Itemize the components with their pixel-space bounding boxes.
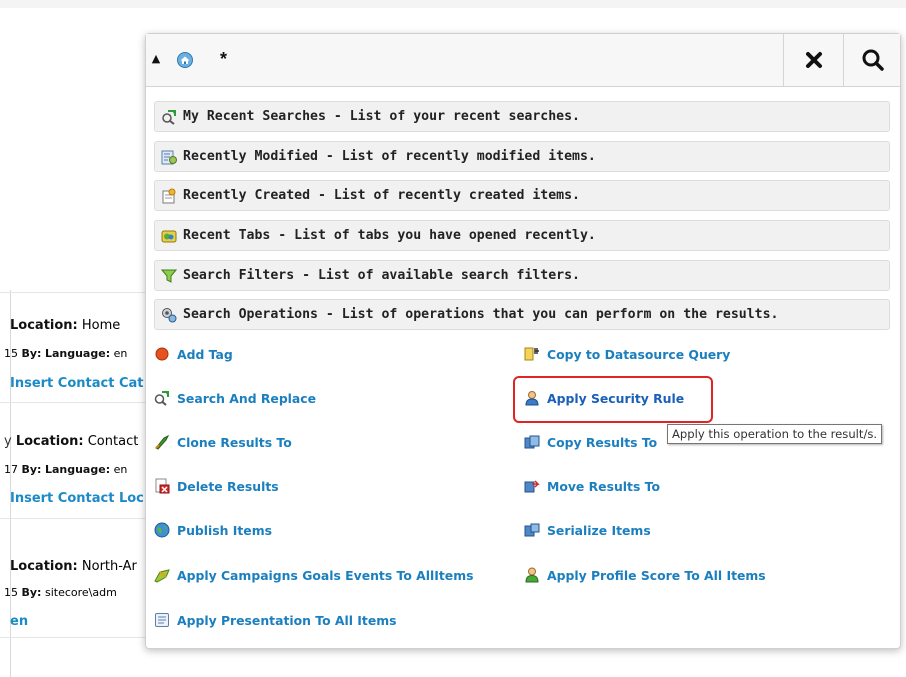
search-dropdown-panel: ▲ * My Recent Searches - List of your re… — [145, 33, 901, 649]
op-search-and-replace[interactable]: Search And Replace — [154, 388, 316, 408]
op-delete-results[interactable]: Delete Results — [154, 476, 279, 496]
result-separator — [0, 637, 150, 638]
result-separator — [0, 518, 150, 519]
op-add-tag[interactable]: Add Tag — [154, 344, 233, 364]
serialize-icon — [524, 523, 540, 537]
op-move-results-to[interactable]: Move Results To — [524, 476, 660, 496]
collapse-caret-icon[interactable]: ▲ — [150, 49, 162, 69]
section-label: Search Operations - List of operations t… — [183, 307, 779, 322]
search-bar: ▲ * — [146, 34, 900, 87]
home-icon[interactable] — [177, 52, 193, 68]
op-label: Serialize Items — [547, 522, 651, 538]
search-button[interactable] — [843, 34, 901, 86]
recent-searches-icon — [162, 109, 176, 125]
section-label: Recently Modified - List of recently mod… — [183, 149, 596, 164]
operation-tooltip: Apply this operation to the result/s. — [667, 424, 883, 444]
section-recently-created[interactable]: Recently Created - List of recently crea… — [154, 180, 890, 211]
delete-icon — [155, 478, 170, 494]
section-label: Recently Created - List of recently crea… — [183, 188, 580, 203]
op-apply-profile-score[interactable]: Apply Profile Score To All Items — [524, 565, 766, 585]
op-label: Apply Presentation To All Items — [177, 612, 397, 628]
profile-score-icon — [525, 567, 539, 583]
highlight-box — [513, 376, 713, 423]
op-label: Search And Replace — [177, 390, 317, 406]
op-label: Apply Profile Score To All Items — [547, 567, 766, 583]
result-title-link[interactable]: Insert Contact Loc — [10, 491, 160, 506]
search-filters-icon — [161, 269, 177, 283]
search-query-text[interactable]: * — [220, 49, 227, 69]
op-label: Move Results To — [547, 478, 660, 494]
publish-globe-icon — [154, 522, 170, 538]
result-meta: 15 By: sitecore\adm — [4, 586, 117, 599]
op-label: Clone Results To — [177, 434, 292, 450]
op-label: Publish Items — [177, 522, 272, 538]
recently-modified-icon — [161, 150, 177, 164]
section-recent-tabs[interactable]: Recent Tabs - List of tabs you have open… — [154, 220, 890, 251]
result-title-link[interactable]: Insert Contact Cat — [10, 376, 160, 391]
search-icon — [862, 49, 884, 71]
recently-created-icon — [162, 188, 176, 203]
result-meta: 15 By: Language: en — [4, 347, 128, 360]
op-copy-results-to[interactable]: Copy Results To — [524, 432, 657, 452]
result-location: Location: Home — [10, 318, 121, 333]
campaign-goals-icon — [154, 569, 170, 583]
section-search-operations[interactable]: Search Operations - List of operations t… — [154, 299, 890, 330]
clone-icon — [155, 434, 170, 450]
top-strip — [0, 0, 906, 8]
result-title-link[interactable]: en — [10, 614, 160, 629]
op-apply-campaigns-goals-events[interactable]: Apply Campaigns Goals Events To AllItems — [154, 565, 474, 585]
tag-icon — [155, 347, 169, 361]
move-results-icon — [524, 480, 540, 493]
search-operations-icon — [162, 307, 177, 322]
op-label: Copy to Datasource Query — [547, 346, 731, 362]
op-clone-results-to[interactable]: Clone Results To — [154, 432, 292, 452]
search-replace-icon — [154, 390, 169, 406]
op-serialize-items[interactable]: Serialize Items — [524, 520, 651, 540]
section-label: My Recent Searches - List of your recent… — [183, 109, 580, 124]
copy-results-icon — [524, 435, 540, 449]
section-label: Recent Tabs - List of tabs you have open… — [183, 228, 596, 243]
section-recent-searches[interactable]: My Recent Searches - List of your recent… — [154, 101, 890, 132]
result-meta: 17 By: Language: en — [4, 463, 128, 476]
close-icon — [806, 52, 822, 68]
op-publish-items[interactable]: Publish Items — [154, 520, 272, 540]
op-label: Delete Results — [177, 478, 279, 494]
result-location: Location: North-Ar — [10, 559, 137, 574]
section-search-filters[interactable]: Search Filters - List of available searc… — [154, 260, 890, 291]
op-copy-to-datasource-query[interactable]: Copy to Datasource Query — [524, 344, 730, 364]
result-location: y Location: Contact — [4, 434, 139, 449]
section-recently-modified[interactable]: Recently Modified - List of recently mod… — [154, 141, 890, 172]
op-label: Apply Campaigns Goals Events To AllItems — [177, 567, 474, 583]
section-label: Search Filters - List of available searc… — [183, 268, 580, 283]
op-apply-presentation[interactable]: Apply Presentation To All Items — [154, 610, 397, 630]
recent-tabs-icon — [161, 230, 177, 242]
result-separator — [0, 402, 150, 403]
clear-search-button[interactable] — [783, 34, 844, 86]
presentation-icon — [155, 613, 169, 627]
datasource-query-icon — [524, 347, 539, 361]
result-separator — [0, 292, 150, 293]
op-label: Add Tag — [177, 346, 233, 362]
op-label: Copy Results To — [547, 434, 658, 450]
